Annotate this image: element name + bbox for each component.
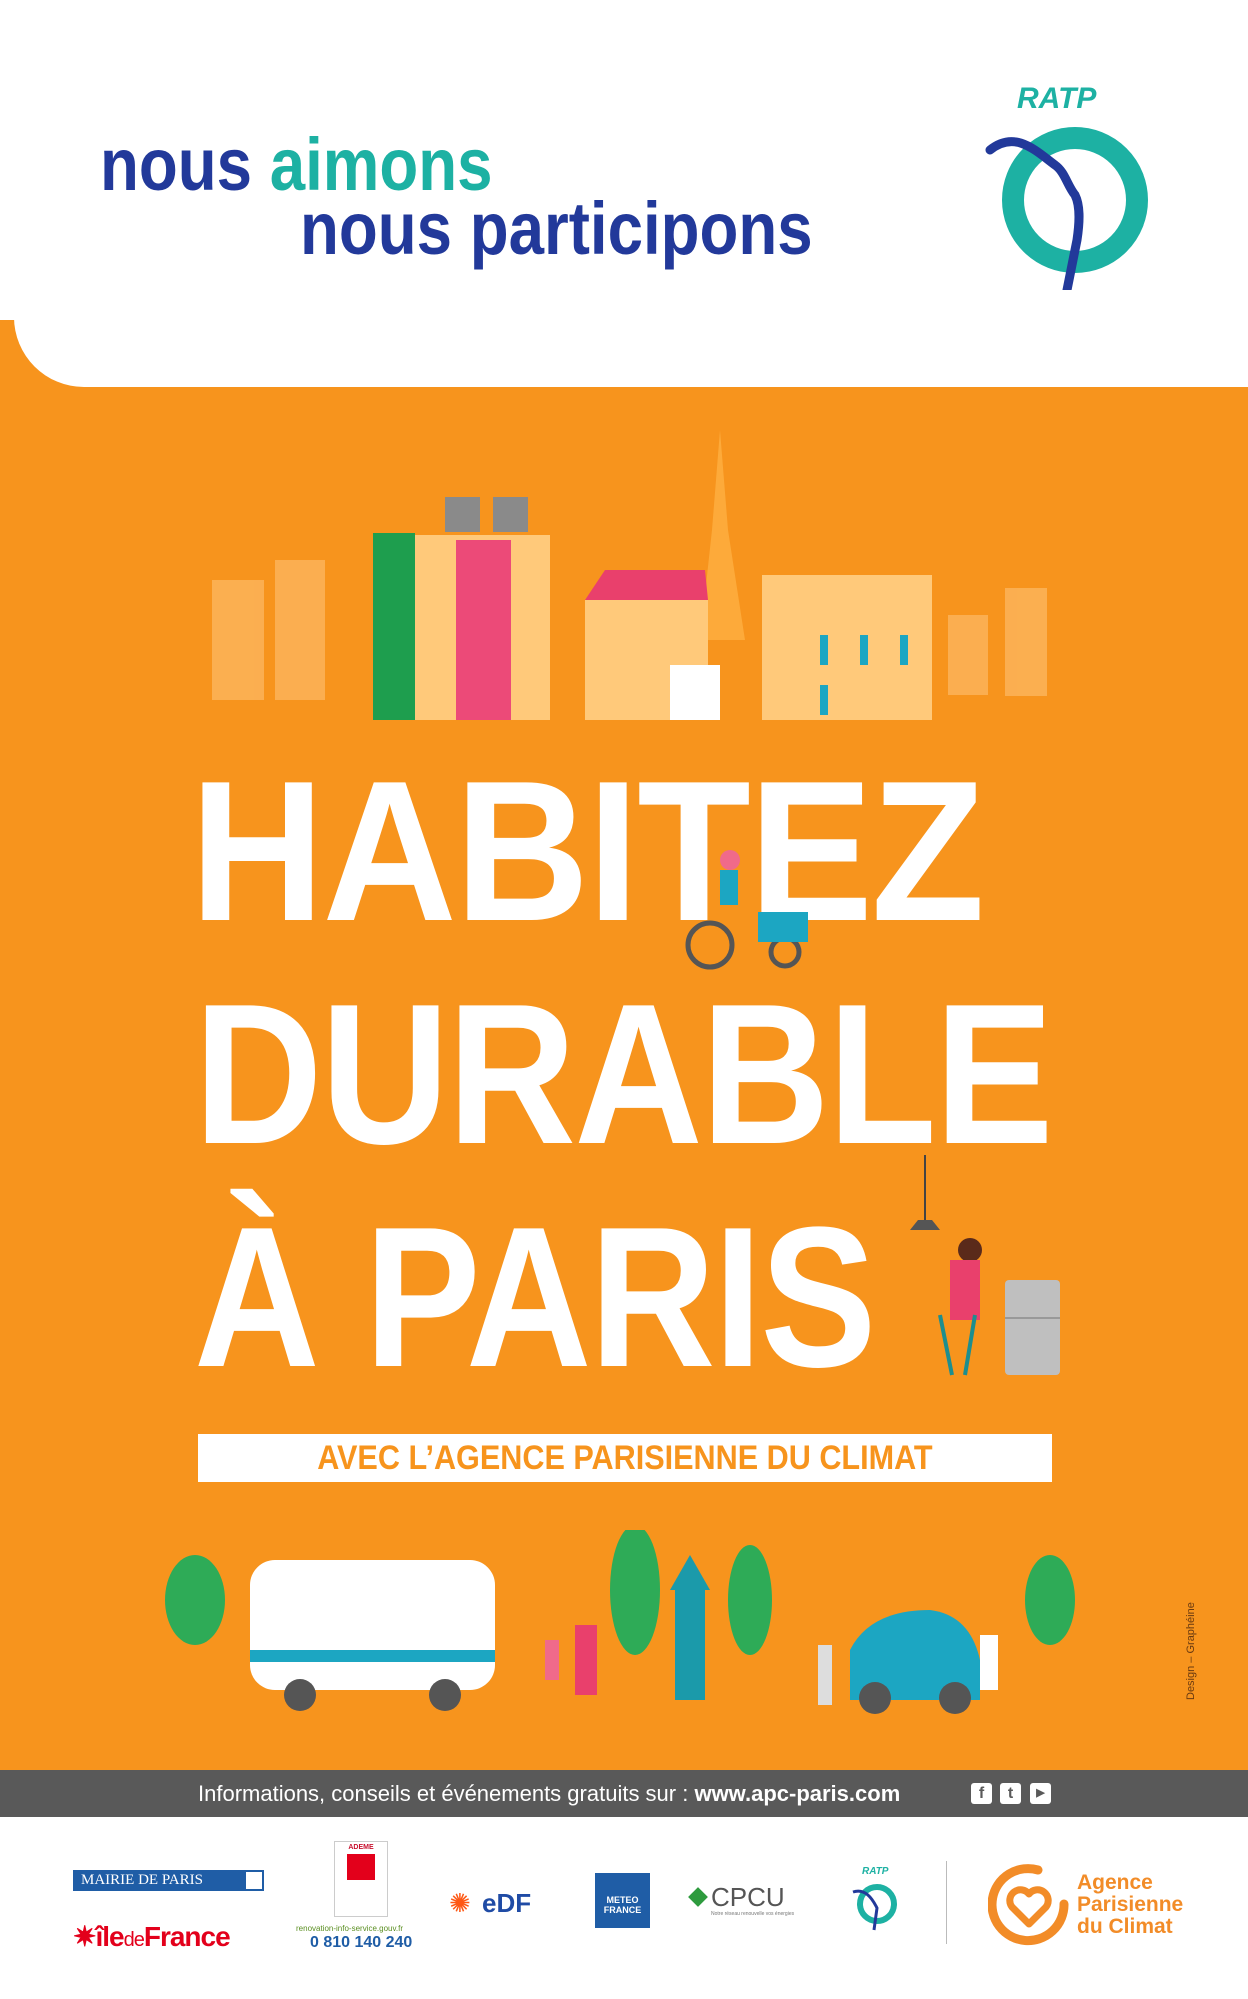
- reno-site: renovation-info-service.gouv.fr: [296, 1924, 404, 1933]
- design-credit: Design – Graphéine: [1185, 1602, 1197, 1700]
- ratp-small-logo-icon: [852, 1884, 897, 1931]
- idf-france: France: [143, 1921, 231, 1952]
- idf-ile: île: [95, 1921, 124, 1952]
- ile-de-france-logo: ✷îledeFrance: [73, 1920, 231, 1953]
- idf-de: de: [123, 1929, 145, 1951]
- ratp-emblem-icon: [985, 127, 1148, 290]
- youtube-icon[interactable]: ▶: [1030, 1783, 1051, 1804]
- website-link[interactable]: www.apc-paris.com: [694, 1781, 900, 1806]
- meteo-text-2: FRANCE: [603, 1905, 642, 1915]
- woman-on-ladder: [910, 1155, 982, 1376]
- fridge-icon: [1005, 1280, 1060, 1375]
- apc-swirl-logo-icon: [988, 1864, 1069, 1946]
- city-illustration-scaled: [180, 410, 1080, 720]
- apc-text-3: du Climat: [1077, 1915, 1173, 1938]
- logo-divider: [946, 1861, 947, 1944]
- subtitle-banner: AVEC L’AGENCE PARISIENNE DU CLIMAT: [198, 1434, 1052, 1482]
- cpcu-tagline: Notre réseau renouvelle vos énergies: [711, 1911, 795, 1917]
- ratp-logo: RATP: [985, 80, 1155, 290]
- bus: [250, 1560, 495, 1711]
- electric-car: [850, 1610, 980, 1714]
- edf-logo: eDF: [482, 1888, 532, 1918]
- fountain: [670, 1555, 710, 1700]
- mairie-emblem-icon: [244, 1870, 264, 1891]
- apc-logo-text: Agence Parisienne du Climat: [1077, 1872, 1183, 1938]
- subtitle-text: AVEC L’AGENCE PARISIENNE DU CLIMAT: [317, 1439, 933, 1477]
- info-text: Informations, conseils et événements gra…: [198, 1770, 958, 1817]
- mairie-text: MAIRIE DE PARIS: [81, 1872, 203, 1888]
- apc-text-2: Parisienne: [1077, 1893, 1184, 1916]
- edf-flower-icon: ✺: [449, 1888, 471, 1918]
- ademe-text: ADEME: [348, 1844, 374, 1851]
- street-illustration: [165, 1530, 1075, 1714]
- slogan-nous: nous: [100, 123, 253, 206]
- charging-station: [818, 1645, 832, 1705]
- cpcu-logo: CPCU: [711, 1882, 785, 1912]
- meteo-text-1: METEO: [606, 1895, 639, 1905]
- ratp-small-text: RATP: [862, 1866, 889, 1877]
- reno-phone: 0 810 140 240: [310, 1934, 413, 1951]
- figures-illustration: [685, 850, 1060, 1376]
- facebook-icon[interactable]: f: [971, 1783, 992, 1804]
- cpcu-emblem-icon: [688, 1887, 708, 1907]
- ademe-logo: ADEME: [334, 1841, 388, 1917]
- cargo-bike: [685, 850, 808, 970]
- info-label: Informations, conseils et événements gra…: [198, 1781, 695, 1806]
- mairie-de-paris-logo: MAIRIE DE PARIS: [73, 1870, 257, 1891]
- star-icon: ✷: [73, 1921, 96, 1952]
- apc-text-1: Agence: [1077, 1871, 1153, 1894]
- meteo-france-logo: METEO FRANCE: [595, 1873, 650, 1928]
- twitter-icon[interactable]: t: [1000, 1783, 1021, 1804]
- slogan-line-2: nous participons: [300, 187, 813, 270]
- ademe-emblem-icon: [347, 1854, 375, 1880]
